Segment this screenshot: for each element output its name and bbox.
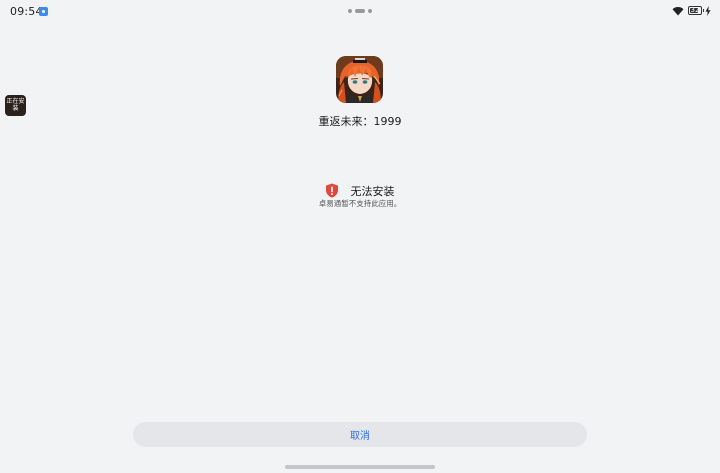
error-description: 卓易通暂不支持此应用。 — [318, 199, 402, 208]
cancel-label: 取消 — [350, 431, 370, 442]
battery-level: 32 — [690, 6, 700, 14]
app-icon-character-portrait — [336, 56, 383, 103]
multitask-handle[interactable] — [348, 8, 374, 14]
wifi-icon — [672, 7, 684, 16]
home-indicator[interactable] — [285, 465, 435, 469]
status-bar: 09:54 32 — [0, 0, 720, 22]
app-name: 重返未来：1999 — [318, 115, 402, 128]
error-title: 无法安装 — [350, 184, 395, 198]
cancel-button[interactable]: 取消 — [133, 422, 587, 447]
shield-warning-icon — [326, 183, 339, 198]
app-notification-icon — [39, 7, 48, 16]
charging-icon — [705, 6, 711, 16]
battery-cap — [703, 9, 704, 12]
app-icon — [336, 56, 383, 103]
battery-icon: 32 — [688, 6, 702, 15]
status-time: 09:54 — [10, 5, 43, 18]
install-screen: 09:54 32 正在安装 重返未来：1999 无法安装 卓易通暂不支持此应用。… — [0, 0, 720, 473]
error-status: 无法安装 — [0, 180, 720, 198]
